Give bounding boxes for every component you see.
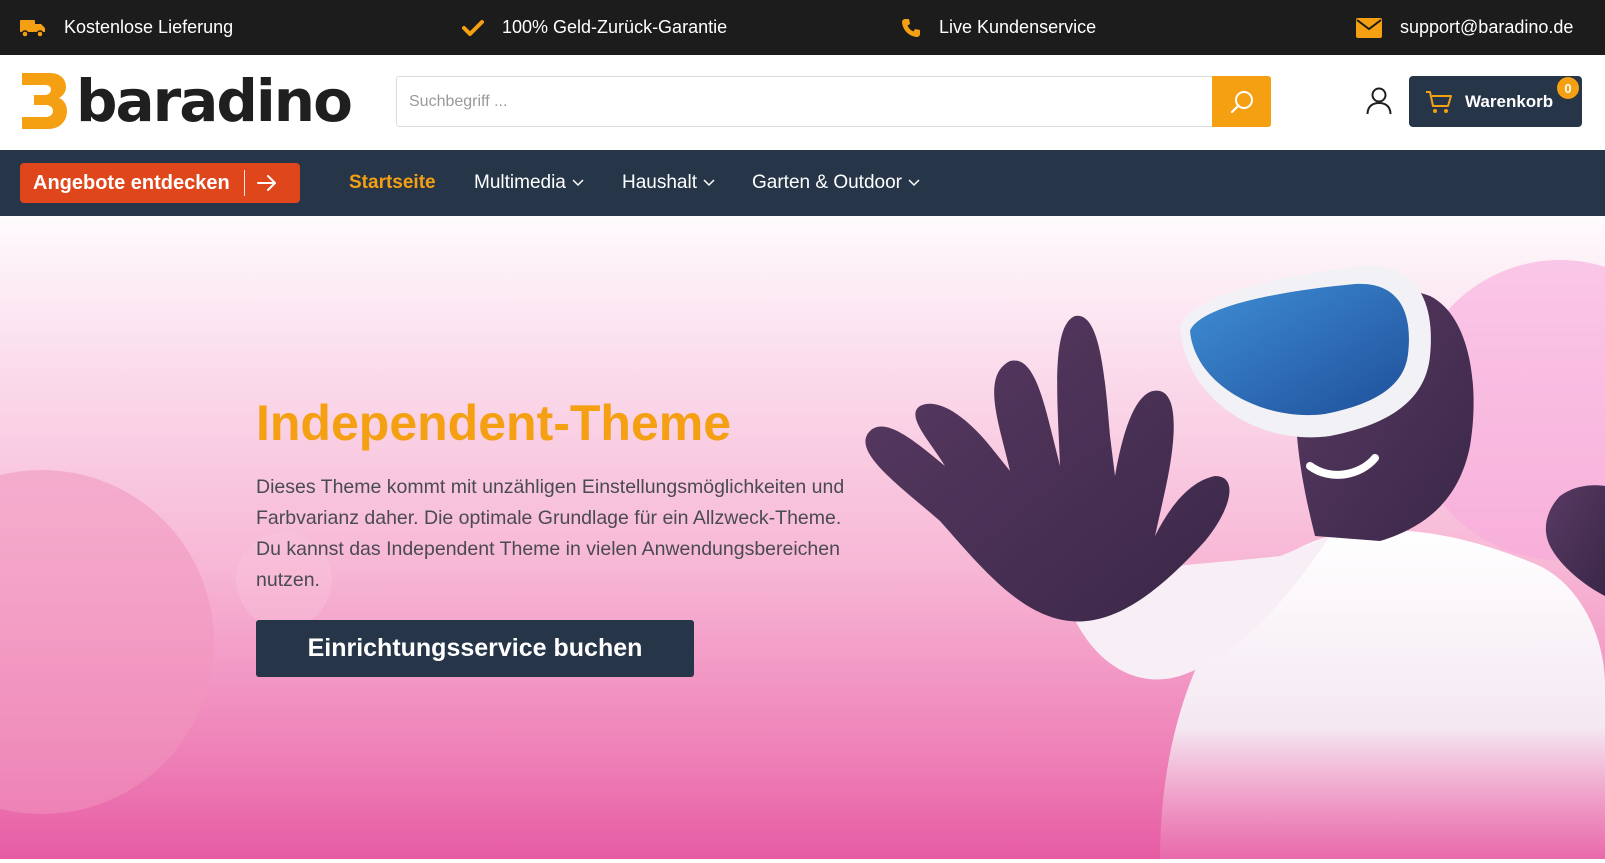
search-bar (396, 76, 1271, 127)
logo[interactable]: baradino (20, 67, 353, 135)
book-setup-service-button[interactable]: Einrichtungsservice buchen (256, 620, 694, 677)
arrow-right-icon (256, 175, 276, 191)
nav-item-multimedia[interactable]: Multimedia (474, 150, 584, 216)
search-icon (1230, 90, 1253, 113)
nav-item-label: Startseite (349, 172, 436, 193)
deals-divider (243, 170, 245, 196)
cart-button[interactable]: Warenkorb 0 (1409, 76, 1582, 127)
user-icon (1366, 87, 1392, 115)
hero-banner: Independent-Theme Dieses Theme kommt mit… (0, 216, 1605, 859)
truck-icon (20, 19, 45, 38)
usp-label: 100% Geld-Zurück-Garantie (502, 17, 728, 37)
site-header: baradino Warenkorb 0 (0, 55, 1605, 150)
envelope-icon (1356, 17, 1382, 38)
nav-item-startseite[interactable]: Startseite (349, 150, 436, 216)
logo-mark-icon (22, 73, 67, 129)
usp-free-delivery: Kostenlose Lieferung (20, 0, 233, 55)
top-bar: Kostenlose Lieferung 100% Geld-Zurück-Ga… (0, 0, 1605, 55)
nav-item-label: Multimedia (474, 172, 566, 193)
nav-item-label: Haushalt (622, 172, 697, 193)
check-icon (462, 19, 484, 36)
nav-item-garten-outdoor[interactable]: Garten & Outdoor (752, 150, 920, 216)
deals-label: Angebote entdecken (33, 171, 230, 194)
hero-title: Independent-Theme (256, 395, 732, 451)
cart-label: Warenkorb (1465, 91, 1554, 111)
deals-button[interactable]: Angebote entdecken (20, 163, 300, 203)
logo-text: baradino (76, 67, 353, 135)
support-email-link[interactable]: support@baradino.de (1400, 17, 1573, 38)
cart-icon (1426, 90, 1452, 113)
usp-money-back: 100% Geld-Zurück-Garantie (462, 0, 727, 55)
chevron-down-icon (908, 179, 920, 187)
chevron-down-icon (703, 179, 715, 187)
usp-label: Live Kundenservice (939, 17, 1097, 37)
usp-support-email[interactable]: support@baradino.de (1356, 0, 1573, 55)
usp-live-service: Live Kundenservice (901, 0, 1096, 55)
nav-item-label: Garten & Outdoor (752, 172, 902, 193)
main-navigation: Angebote entdecken Startseite Multimedia… (0, 150, 1605, 216)
phone-icon (902, 18, 920, 37)
hero-description: Dieses Theme kommt mit unzähligen Einste… (256, 476, 845, 591)
search-button[interactable] (1212, 76, 1271, 127)
hero-bottom-edge (0, 859, 1605, 863)
nav-item-haushalt[interactable]: Haushalt (622, 150, 715, 216)
chevron-down-icon (572, 179, 584, 187)
cart-count-badge: 0 (1557, 77, 1579, 99)
account-button[interactable] (1364, 85, 1394, 117)
hero-image-vr-person (865, 265, 1605, 859)
decorative-circle (0, 470, 214, 814)
usp-label: Kostenlose Lieferung (64, 17, 234, 37)
search-input[interactable] (397, 77, 1209, 126)
